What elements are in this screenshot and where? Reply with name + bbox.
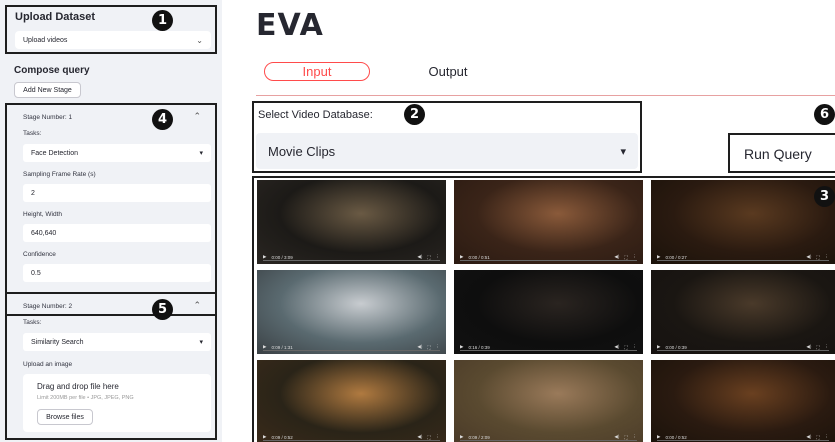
video-controls: ▶ 0:00 / 0:39 ◀) ⛶ ⋮ xyxy=(651,340,835,354)
fullscreen-icon[interactable]: ⛶ xyxy=(624,345,627,350)
stage-1-hw-input[interactable]: 640,640 xyxy=(23,224,211,242)
fullscreen-icon[interactable]: ⛶ xyxy=(624,435,627,440)
stage-1-task-value: Face Detection xyxy=(31,149,79,157)
marker-5: 5 xyxy=(152,299,173,320)
run-query-button[interactable]: Run Query xyxy=(728,133,835,173)
stage-1-rate-label: Sampling Frame Rate (s) xyxy=(23,171,96,178)
marker-1: 1 xyxy=(152,10,173,31)
fullscreen-icon[interactable]: ⛶ xyxy=(624,255,627,260)
video-thumbnail[interactable]: ▶ 0:09 / 1:31 ◀) ⛶ ⋮ xyxy=(257,270,446,354)
video-progress-bar[interactable] xyxy=(263,440,440,441)
marker-2: 2 xyxy=(404,104,425,125)
video-time: 0:09 / 0:52 xyxy=(271,434,293,440)
video-thumbnail[interactable]: ▶ 0:16 / 0:39 ◀) ⛶ ⋮ xyxy=(454,270,643,354)
chevron-down-icon: ⌄ xyxy=(196,35,203,45)
stage-2-task-value: Similarity Search xyxy=(31,338,84,346)
stage-1-tasks-label: Tasks: xyxy=(23,130,42,137)
video-controls: ▶ 0:16 / 0:39 ◀) ⛶ ⋮ xyxy=(454,340,643,354)
file-dropzone[interactable]: Drag and drop file here Limit 200MB per … xyxy=(23,374,211,432)
stage-2-number-label: Stage Number: 2 xyxy=(23,303,73,310)
fullscreen-icon[interactable]: ⛶ xyxy=(816,345,819,350)
upload-dataset-title: Upload Dataset xyxy=(15,11,96,23)
video-database-panel: Select Video Database: Movie Clips ▾ xyxy=(252,101,642,173)
video-time: 0:00 / 0:39 xyxy=(665,344,687,350)
caret-down-icon: ▾ xyxy=(199,150,203,157)
fullscreen-icon[interactable]: ⛶ xyxy=(427,435,430,440)
stage-1-number-label: Stage Number: 1 xyxy=(23,114,73,121)
caret-down-icon: ▾ xyxy=(620,145,626,158)
video-time: 0:00 / 0:27 xyxy=(665,254,687,260)
video-thumbnail[interactable]: ▶ 0:09 / 0:52 ◀) ⛶ ⋮ xyxy=(257,360,446,442)
fullscreen-icon[interactable]: ⛶ xyxy=(427,255,430,260)
video-time: 0:00 / 0:51 xyxy=(468,254,490,260)
compose-query-title: Compose query xyxy=(14,65,90,76)
video-time: 0:00 / 0:52 xyxy=(665,434,687,440)
video-thumbnail[interactable]: ▶ 0:09 / 2:09 ◀) ⛶ ⋮ xyxy=(454,360,643,442)
video-time: 0:16 / 0:39 xyxy=(468,344,490,350)
video-progress-bar[interactable] xyxy=(263,260,440,261)
video-database-select[interactable]: Movie Clips ▾ xyxy=(256,133,638,169)
video-thumbnail[interactable]: ▶ 0:00 / 0:52 ◀) ⛶ ⋮ xyxy=(651,360,835,442)
stage-1-panel: Stage Number: 1 ⌃ Tasks: Face Detection … xyxy=(5,103,217,316)
stage-2-tasks-label: Tasks: xyxy=(23,319,42,326)
video-database-label: Select Video Database: xyxy=(258,109,373,121)
video-progress-bar[interactable] xyxy=(460,440,637,441)
tab-underline xyxy=(256,95,835,96)
fullscreen-icon[interactable]: ⛶ xyxy=(816,435,819,440)
fullscreen-icon[interactable]: ⛶ xyxy=(427,345,430,350)
video-thumbnail[interactable]: ▶ 0:00 / 3:09 ◀) ⛶ ⋮ xyxy=(257,180,446,264)
upload-videos-select[interactable]: Upload videos ⌄ xyxy=(15,31,211,49)
marker-4: 4 xyxy=(152,109,173,130)
video-controls: ▶ 0:00 / 3:09 ◀) ⛶ ⋮ xyxy=(257,250,446,264)
browse-files-button[interactable]: Browse files xyxy=(37,409,93,425)
video-time: 0:09 / 2:09 xyxy=(468,434,490,440)
stage-1-confidence-input[interactable]: 0.5 xyxy=(23,264,211,282)
video-database-value: Movie Clips xyxy=(268,143,336,159)
run-query-label: Run Query xyxy=(744,146,812,162)
video-progress-bar[interactable] xyxy=(460,260,637,261)
stage-2-collapse-icon[interactable]: ⌃ xyxy=(193,300,201,311)
upload-dataset-panel: Upload Dataset Upload videos ⌄ xyxy=(5,5,217,54)
video-progress-bar[interactable] xyxy=(263,350,440,351)
video-time: 0:00 / 3:09 xyxy=(271,254,293,260)
tab-input[interactable]: Input xyxy=(264,62,370,81)
video-controls: ▶ 0:09 / 1:31 ◀) ⛶ ⋮ xyxy=(257,340,446,354)
video-controls: ▶ 0:00 / 0:51 ◀) ⛶ ⋮ xyxy=(454,250,643,264)
stage-1-rate-input[interactable]: 2 xyxy=(23,184,211,202)
video-progress-bar[interactable] xyxy=(460,350,637,351)
dropzone-limit-text: Limit 200MB per file • JPG, JPEG, PNG xyxy=(37,395,134,401)
caret-down-icon: ▾ xyxy=(199,339,203,346)
video-thumbnail[interactable]: ▶ 0:00 / 0:39 ◀) ⛶ ⋮ xyxy=(651,270,835,354)
stage-1-hw-label: Height, Width xyxy=(23,211,63,218)
upload-videos-select-value: Upload videos xyxy=(23,36,68,44)
page-title: EVA xyxy=(256,8,324,43)
sidebar: Upload Dataset Upload videos ⌄ Compose q… xyxy=(0,0,222,442)
stage-1-confidence-label: Confidence xyxy=(23,251,56,258)
video-thumbnail[interactable]: ▶ 0:00 / 0:27 ◀) ⛶ ⋮ xyxy=(651,180,835,264)
video-progress-bar[interactable] xyxy=(657,350,829,351)
stage-2-panel: Stage Number: 2 ⌃ Tasks: Similarity Sear… xyxy=(5,292,217,440)
stage-2-task-select[interactable]: Similarity Search ▾ xyxy=(23,333,211,351)
fullscreen-icon[interactable]: ⛶ xyxy=(816,255,819,260)
add-new-stage-button[interactable]: Add New Stage xyxy=(14,82,81,98)
stage-1-collapse-icon[interactable]: ⌃ xyxy=(193,111,201,122)
video-progress-bar[interactable] xyxy=(657,260,829,261)
video-thumbnail[interactable]: ▶ 0:00 / 0:51 ◀) ⛶ ⋮ xyxy=(454,180,643,264)
stage-2-upload-label: Upload an image xyxy=(23,361,73,368)
video-controls: ▶ 0:00 / 0:27 ◀) ⛶ ⋮ xyxy=(651,250,835,264)
dropzone-title: Drag and drop file here xyxy=(37,382,119,391)
marker-6: 6 xyxy=(814,104,835,125)
tab-output[interactable]: Output xyxy=(410,62,486,81)
video-progress-bar[interactable] xyxy=(657,440,829,441)
video-time: 0:09 / 1:31 xyxy=(271,344,293,350)
stage-1-task-select[interactable]: Face Detection ▾ xyxy=(23,144,211,162)
app-root: Upload Dataset Upload videos ⌄ Compose q… xyxy=(0,0,835,442)
marker-3: 3 xyxy=(814,186,835,207)
